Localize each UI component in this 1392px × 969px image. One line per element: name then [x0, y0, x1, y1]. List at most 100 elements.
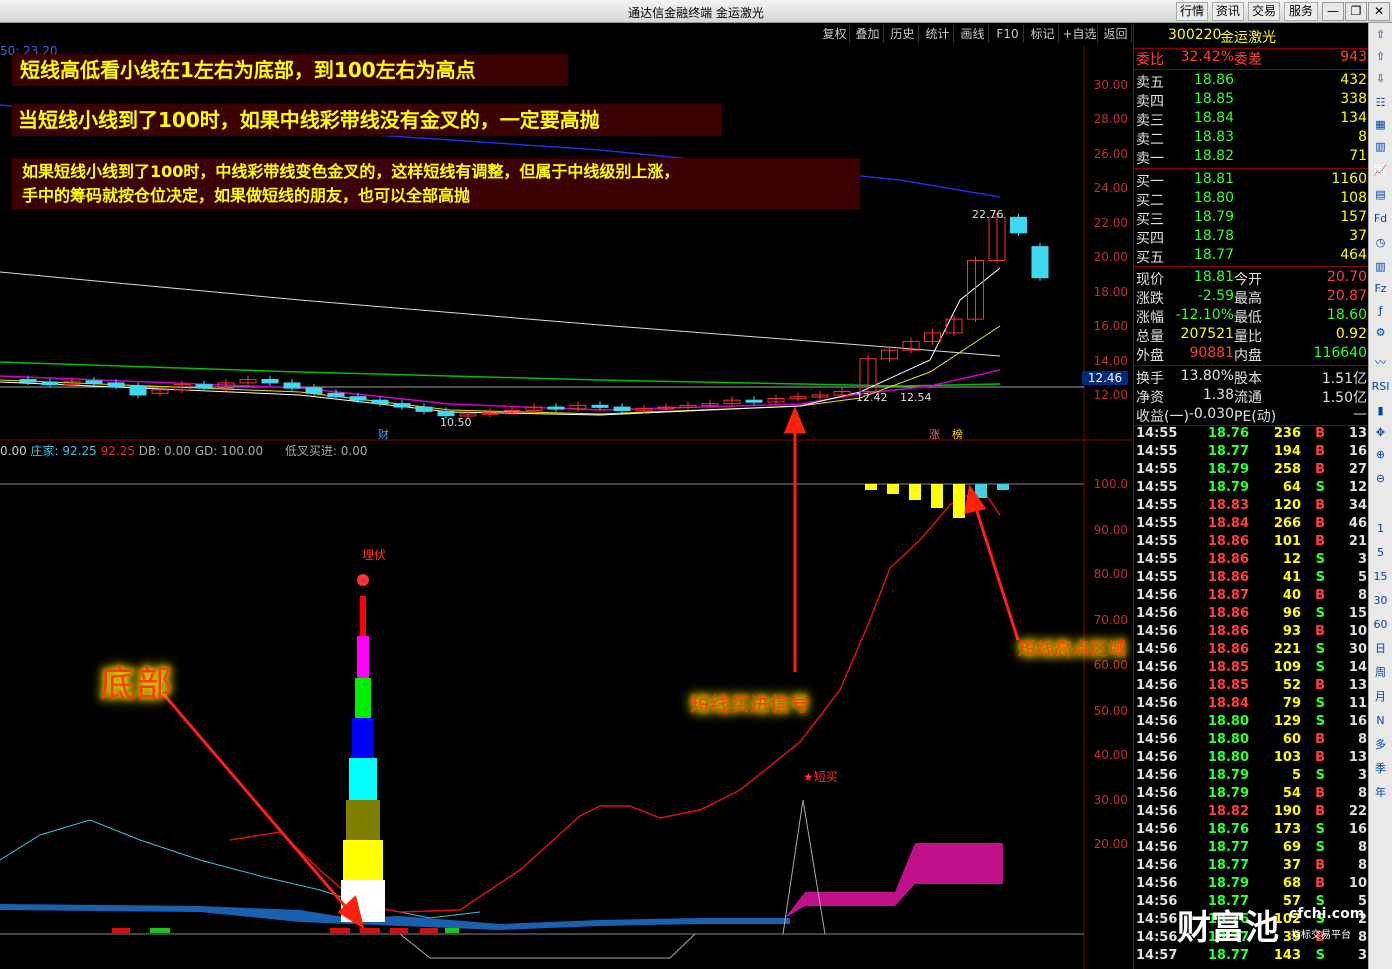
- period-30[interactable]: 30: [1371, 591, 1390, 610]
- list-icon[interactable]: ☷: [1371, 93, 1390, 112]
- tick-cell: 18.84: [1207, 696, 1249, 711]
- wave-icon[interactable]: 〰: [1371, 353, 1390, 372]
- quote-label: 外盘: [1136, 348, 1164, 364]
- stock-name: 金运激光: [1220, 30, 1276, 46]
- pie-icon[interactable]: ◷: [1371, 233, 1390, 252]
- quote-label-2: 内盘: [1234, 348, 1262, 364]
- tick-cell: 18.83: [1207, 498, 1249, 513]
- tick-cell: 18.86: [1207, 642, 1249, 657]
- fz-icon[interactable]: Fz: [1371, 279, 1390, 298]
- service-button[interactable]: 服务: [1284, 2, 1318, 21]
- zoom-out-icon[interactable]: ⊖: [1371, 469, 1390, 488]
- settings-icon[interactable]: ⚙: [1371, 323, 1390, 342]
- quote-label-2: 今开: [1234, 272, 1262, 288]
- tick-cell: 14:55: [1136, 552, 1178, 567]
- table-icon[interactable]: ▤: [1371, 185, 1390, 204]
- magenta-band: [785, 843, 1003, 918]
- market-button[interactable]: 行情: [1176, 2, 1208, 21]
- tick-row: 14:55 18.79 64 S 12: [1134, 480, 1369, 498]
- logo-domain: cfchi.com: [1289, 906, 1365, 922]
- period-year[interactable]: 年: [1371, 783, 1390, 802]
- tick-cell: S: [1315, 642, 1325, 657]
- tick-row: 14:56 18.76 173 S 16: [1134, 822, 1369, 840]
- quote-row: 外盘 90881 内盘 116640: [1134, 345, 1369, 364]
- rank-marker[interactable]: 榜: [952, 426, 963, 442]
- func-icon[interactable]: ƒ: [1371, 301, 1390, 320]
- tick-cell: 143: [1273, 948, 1301, 963]
- period-5[interactable]: 5: [1371, 543, 1390, 562]
- trade-button[interactable]: 交易: [1248, 2, 1280, 21]
- price-axis: 30.00 28.00 26.00 24.00 22.00 20.00 18.0…: [1082, 0, 1132, 440]
- quote-panel: 300220 金运激光 委比 32.42% 委差 943 卖五 18.86 432 卖四 18.…: [1133, 23, 1369, 969]
- axis-label: 18.00: [1093, 285, 1128, 299]
- quote-label-2: 委差: [1234, 52, 1262, 68]
- tick-cell: 68: [1282, 876, 1301, 891]
- quote-value-2: 108: [1340, 190, 1367, 206]
- quote-value-2: 943: [1340, 49, 1367, 65]
- cfchi-logo: 财富池 cfchi.com 指标交易平台: [1177, 900, 1367, 950]
- limitup-marker[interactable]: 涨: [929, 426, 940, 442]
- tick-cell: 96: [1282, 606, 1301, 621]
- zoom-in-icon[interactable]: ⊕: [1371, 445, 1390, 464]
- rsi-icon[interactable]: RSI: [1371, 377, 1390, 396]
- trend-icon[interactable]: 📈: [1371, 161, 1390, 180]
- move-icon[interactable]: ✥: [1371, 423, 1390, 442]
- tick-cell: 14:55: [1136, 516, 1178, 531]
- up-icon[interactable]: ⇧: [1371, 47, 1390, 66]
- tick-cell: 14:56: [1136, 786, 1178, 801]
- tick-cell: 16: [1348, 444, 1367, 459]
- grid-icon[interactable]: ▦: [1371, 115, 1390, 134]
- axis-label: 22.00: [1093, 216, 1128, 230]
- chart-icon[interactable]: ▥: [1371, 137, 1390, 156]
- tick-row: 14:56 18.85 109 S 14: [1134, 660, 1369, 678]
- period-15[interactable]: 15: [1371, 567, 1390, 586]
- quote-row: 买五 18.77 464: [1134, 247, 1369, 266]
- tick-cell: 18.86: [1207, 552, 1249, 567]
- logo-text: 财富池: [1177, 908, 1279, 948]
- quote-label: 卖三: [1136, 113, 1164, 129]
- tick-cell: 236: [1273, 426, 1301, 441]
- period-60[interactable]: 60: [1371, 615, 1390, 634]
- quote-row: 委比 32.42% 委差 943: [1134, 49, 1369, 68]
- scroll-up-icon[interactable]: ⇧: [1371, 25, 1390, 44]
- quote-value-2: 8: [1358, 129, 1367, 145]
- bar-icon[interactable]: ▥: [1371, 257, 1390, 276]
- tick-cell: 14:56: [1136, 588, 1178, 603]
- tick-cell: 69: [1282, 840, 1301, 855]
- tick-cell: 14:56: [1136, 840, 1178, 855]
- quote-label: 委比: [1136, 52, 1164, 68]
- tick-cell: 190: [1273, 804, 1301, 819]
- tick-cell: 266: [1273, 516, 1301, 531]
- restore-icon[interactable]: ❐: [1345, 2, 1367, 21]
- down-icon[interactable]: ⇩: [1371, 69, 1390, 88]
- short-buy-label: ★短买: [803, 770, 838, 784]
- news-button[interactable]: 资讯: [1212, 2, 1244, 21]
- period-multi[interactable]: 多: [1371, 735, 1390, 754]
- period-1[interactable]: 1: [1371, 519, 1390, 538]
- tick-cell: B: [1315, 876, 1325, 891]
- tick-cell: 79: [1282, 696, 1301, 711]
- bars-icon[interactable]: ▮: [1371, 401, 1390, 420]
- tick-cell: 46: [1348, 516, 1367, 531]
- tick-cell: B: [1315, 588, 1325, 603]
- tick-cell: 52: [1282, 678, 1301, 693]
- ind-dc: 低叉买进: 0.00: [284, 444, 368, 458]
- minimize-icon[interactable]: —: [1322, 2, 1344, 21]
- quote-label-2: 股本: [1234, 371, 1262, 387]
- period-month[interactable]: 月: [1371, 687, 1390, 706]
- period-day[interactable]: 日: [1371, 639, 1390, 658]
- finance-marker[interactable]: 财: [378, 426, 389, 442]
- quote-label: 总量: [1136, 329, 1164, 345]
- quote-label: 卖四: [1136, 94, 1164, 110]
- period-week[interactable]: 周: [1371, 663, 1390, 682]
- tick-row: 14:56 18.84 79 S 11: [1134, 696, 1369, 714]
- period-n[interactable]: N: [1371, 711, 1390, 730]
- fd-icon[interactable]: Fd: [1371, 209, 1390, 228]
- quote-value: 18.82: [1193, 148, 1234, 164]
- tick-row: 14:55 18.86 41 S 5: [1134, 570, 1369, 588]
- close-icon[interactable]: ✕: [1368, 2, 1390, 21]
- period-season[interactable]: 季: [1371, 759, 1390, 778]
- quote-value-2: 20.87: [1326, 288, 1367, 304]
- quote-value: 18.80: [1193, 190, 1234, 206]
- chart-area[interactable]: 30.00 28.00 26.00 24.00 22.00 20.00 18.0…: [0, 0, 1133, 969]
